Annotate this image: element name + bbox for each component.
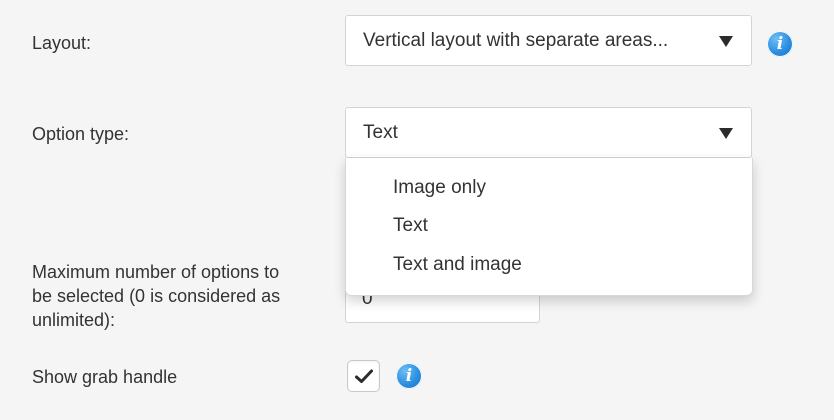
dropdown-option-text-and-image[interactable]: Text and image [393, 253, 522, 277]
max-options-label-line: Maximum number of options to [32, 262, 280, 282]
max-options-label: Maximum number of options to be selected… [32, 260, 280, 332]
dropdown-option-text[interactable]: Text [393, 214, 428, 238]
info-icon[interactable]: i [767, 31, 793, 57]
option-type-select[interactable]: Text [345, 107, 752, 158]
dropdown-option-image-only[interactable]: Image only [393, 176, 486, 200]
max-options-label-line: unlimited): [32, 310, 116, 330]
info-icon[interactable]: i [396, 363, 422, 389]
checkmark-icon [355, 369, 373, 383]
layout-select-value: Vertical layout with separate areas... [363, 30, 669, 51]
layout-label: Layout: [32, 33, 92, 53]
chevron-down-icon [719, 36, 733, 47]
option-type-select-value: Text [363, 122, 398, 143]
chevron-down-icon [719, 128, 733, 139]
grab-handle-label: Show grab handle [32, 367, 178, 387]
option-type-label: Option type: [32, 124, 130, 144]
max-options-label-line: be selected (0 is considered as [32, 286, 281, 306]
grab-handle-checkbox[interactable] [347, 360, 380, 392]
layout-select[interactable]: Vertical layout with separate areas... [345, 15, 752, 66]
option-type-dropdown-list: Image only Text Text and image [345, 158, 753, 296]
